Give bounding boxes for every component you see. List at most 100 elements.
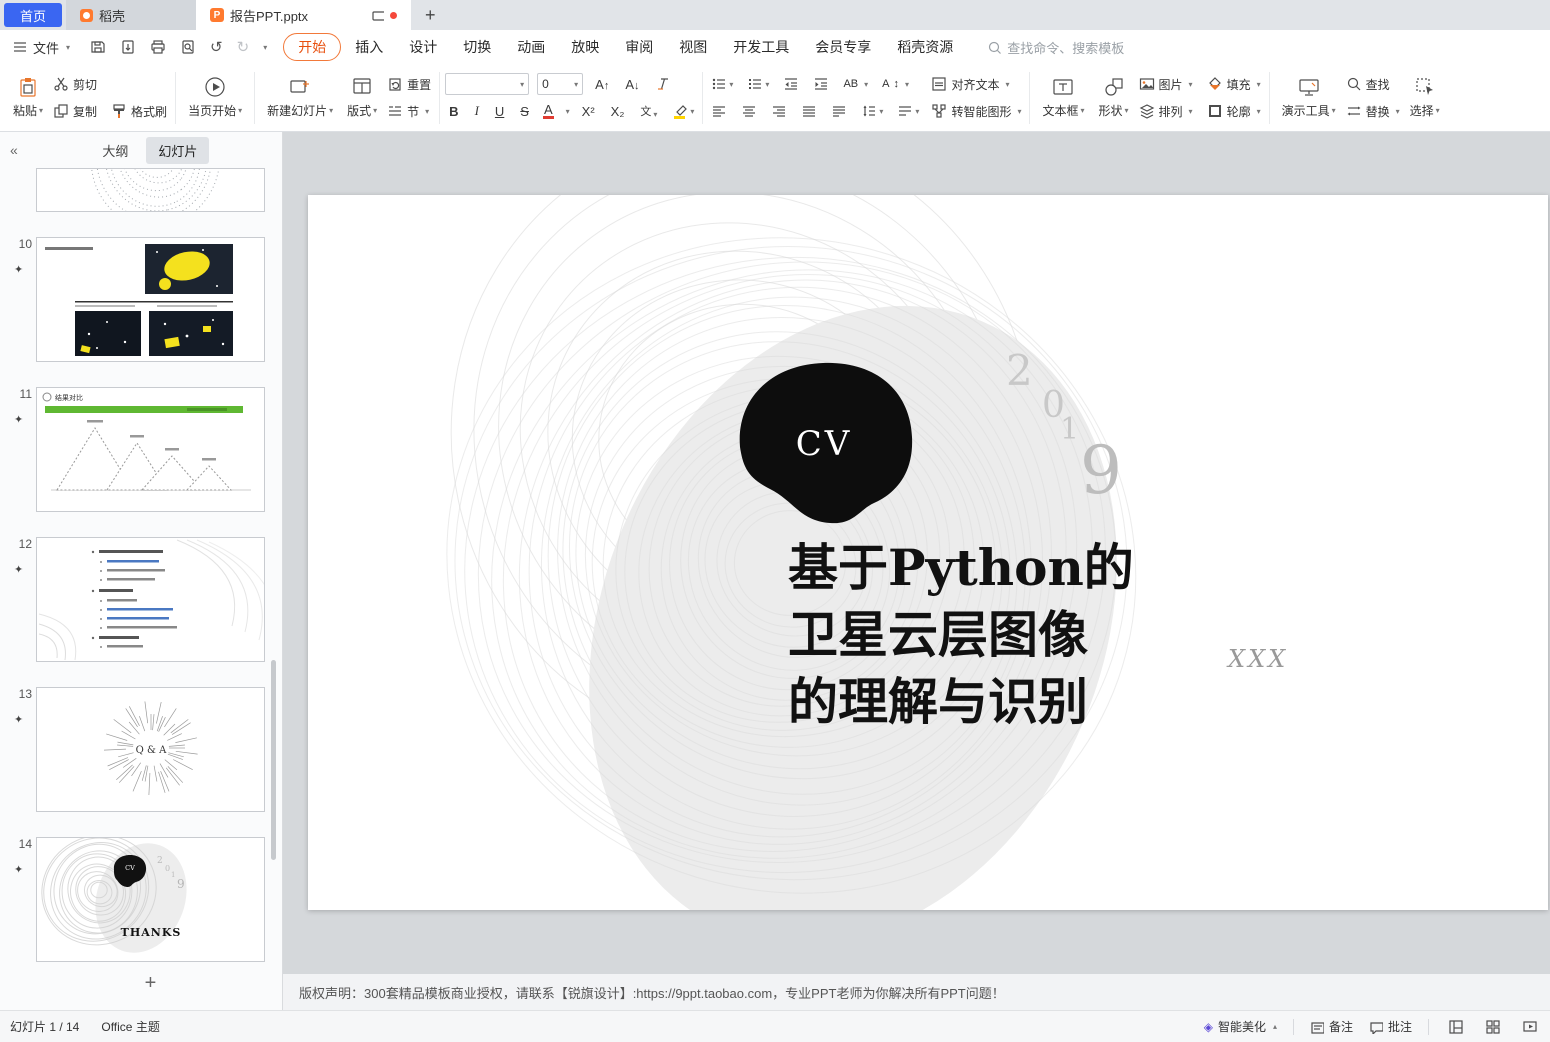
current-slide[interactable]: CV 2 0 1 9 基于Python的 卫星云层图像 的理解与识别 XXX: [308, 131, 1548, 945]
ribbon-tab-insert[interactable]: 插入: [343, 33, 395, 61]
print-button[interactable]: [148, 37, 168, 57]
slide-thumbnail-9-partial[interactable]: [36, 168, 265, 212]
shapes-button[interactable]: 形状 ▾: [1092, 72, 1136, 123]
year-digit[interactable]: 9: [1080, 432, 1122, 509]
year-digit[interactable]: 2: [1006, 346, 1033, 395]
highlight-color-button[interactable]: ▾: [669, 100, 697, 122]
new-tab-button[interactable]: +: [411, 5, 450, 26]
justify-button[interactable]: [798, 100, 820, 122]
align-right-button[interactable]: [768, 100, 790, 122]
align-left-button[interactable]: [708, 100, 730, 122]
font-color-button[interactable]: A: [541, 102, 556, 120]
add-slide-button[interactable]: +: [36, 972, 265, 995]
underline-button[interactable]: U: [491, 103, 508, 120]
sidebar-scrollbar[interactable]: [271, 660, 276, 860]
outline-button[interactable]: 轮廓 ▾: [1204, 101, 1264, 122]
cv-badge-text[interactable]: CV: [796, 424, 853, 464]
comments-button[interactable]: 批注: [1369, 1018, 1412, 1035]
author-placeholder-text[interactable]: XXX: [1226, 645, 1288, 673]
slide-title-line3[interactable]: 的理解与识别: [788, 672, 1088, 731]
print-preview-button[interactable]: [178, 37, 198, 57]
ribbon-tab-membership[interactable]: 会员专享: [803, 33, 883, 61]
reset-button[interactable]: 重置: [384, 74, 434, 95]
export-pdf-button[interactable]: [118, 37, 138, 57]
find-button[interactable]: 查找: [1343, 74, 1403, 95]
ribbon-tab-view[interactable]: 视图: [667, 33, 719, 61]
file-menu[interactable]: 文件 ▾: [0, 38, 80, 57]
pinyin-guide-button[interactable]: 文 ▾: [636, 102, 661, 120]
paragraph-settings-button[interactable]: ▾: [894, 100, 922, 122]
arrange-button[interactable]: 排列 ▾: [1136, 101, 1196, 122]
convert-smart-graphic-button[interactable]: 转智能图形 ▾: [928, 101, 1024, 122]
play-current-slide-button[interactable]: 当页开始 ▾: [181, 72, 249, 123]
cut-button[interactable]: 剪切: [50, 74, 100, 95]
ribbon-tab-slideshow[interactable]: 放映: [559, 33, 611, 61]
layout-button[interactable]: 版式 ▾: [340, 72, 384, 123]
tab-slides[interactable]: 幻灯片: [146, 136, 210, 164]
fill-button[interactable]: 填充 ▾: [1204, 74, 1264, 95]
font-size-combo[interactable]: 0 ▾: [537, 73, 584, 95]
slide-title-line2[interactable]: 卫星云层图像: [788, 605, 1088, 664]
slide-thumbnail-11[interactable]: 结果对比: [36, 387, 265, 512]
redo-button[interactable]: ↻: [235, 36, 252, 58]
align-center-button[interactable]: [738, 100, 760, 122]
qat-more-chevron-icon[interactable]: ▾: [263, 43, 267, 52]
decrease-font-button[interactable]: A ↓: [621, 76, 643, 93]
collapse-panel-button[interactable]: «: [10, 142, 18, 158]
clear-format-button[interactable]: [652, 73, 674, 95]
numbered-list-button[interactable]: ▾: [744, 73, 772, 95]
slideshow-view-button[interactable]: [1519, 1016, 1540, 1037]
normal-view-button[interactable]: [1445, 1016, 1466, 1037]
bullet-list-button[interactable]: ▾: [708, 73, 736, 95]
slide-thumbnail-14[interactable]: CV 2 0 1 9 THANKS: [36, 837, 265, 962]
replace-button[interactable]: 替换 ▾: [1343, 101, 1403, 122]
text-sort-button[interactable]: A ↕ ▾: [879, 76, 912, 92]
slide-thumbnail-13[interactable]: Q & A: [36, 687, 265, 812]
copy-button[interactable]: 复制: [50, 101, 100, 122]
slide-thumbnail-10[interactable]: [36, 237, 265, 362]
textbox-button[interactable]: 文本框 ▾: [1035, 72, 1091, 123]
ribbon-tab-animation[interactable]: 动画: [505, 33, 557, 61]
strikethrough-button[interactable]: S: [516, 103, 533, 120]
line-spacing-button[interactable]: ▾: [858, 100, 886, 122]
ribbon-tab-design[interactable]: 设计: [397, 33, 449, 61]
year-digit[interactable]: 1: [1060, 412, 1079, 447]
smart-beautify-button[interactable]: ◈ 智能美化 ▴: [1204, 1018, 1277, 1035]
text-direction-button[interactable]: AB ▾: [840, 76, 871, 92]
subscript-button[interactable]: X₂: [607, 103, 629, 120]
format-painter-button[interactable]: 格式刷: [108, 101, 170, 122]
section-button[interactable]: 节 ▾: [384, 101, 434, 122]
theme-name[interactable]: Office 主题: [101, 1018, 159, 1035]
ribbon-tab-home[interactable]: 开始: [283, 33, 342, 61]
align-text-button[interactable]: 对齐文本 ▾: [928, 74, 1024, 95]
paste-button[interactable]: 粘贴 ▾: [6, 72, 50, 123]
distribute-button[interactable]: [828, 100, 850, 122]
tab-daoke[interactable]: 稻壳: [66, 0, 197, 30]
home-button[interactable]: 首页: [4, 3, 63, 27]
increase-indent-button[interactable]: [810, 73, 832, 95]
presentation-tools-button[interactable]: 演示工具 ▾: [1275, 72, 1343, 123]
ribbon-tab-review[interactable]: 审阅: [613, 33, 665, 61]
new-slide-button[interactable]: 新建幻灯片 ▾: [260, 72, 340, 123]
font-name-combo[interactable]: ▾: [445, 73, 530, 95]
notes-button[interactable]: 备注: [1310, 1018, 1353, 1035]
tab-document[interactable]: P 报告PPT.pptx: [196, 0, 412, 30]
ribbon-tab-transition[interactable]: 切换: [451, 33, 503, 61]
increase-font-button[interactable]: A ↑: [591, 76, 613, 93]
superscript-button[interactable]: X²: [578, 103, 599, 120]
select-button[interactable]: 选择 ▾: [1403, 72, 1447, 123]
slide-sorter-view-button[interactable]: [1482, 1016, 1503, 1037]
decrease-indent-button[interactable]: [780, 73, 802, 95]
font-color-chevron-icon[interactable]: ▾: [566, 107, 570, 116]
bold-button[interactable]: B: [445, 103, 462, 120]
slide-title-line1[interactable]: 基于Python的: [788, 538, 1134, 597]
tab-outline[interactable]: 大纲: [90, 137, 140, 164]
undo-button[interactable]: ↺: [208, 36, 225, 58]
italic-button[interactable]: I: [471, 102, 483, 120]
save-button[interactable]: [88, 37, 108, 57]
picture-button[interactable]: 图片 ▾: [1136, 74, 1196, 95]
ribbon-tab-daoke-resources[interactable]: 稻壳资源: [885, 33, 965, 61]
ribbon-tab-devtools[interactable]: 开发工具: [721, 33, 801, 61]
slide-thumbnail-12[interactable]: [36, 537, 265, 662]
command-search[interactable]: 查找命令、搜索模板: [987, 38, 1124, 57]
